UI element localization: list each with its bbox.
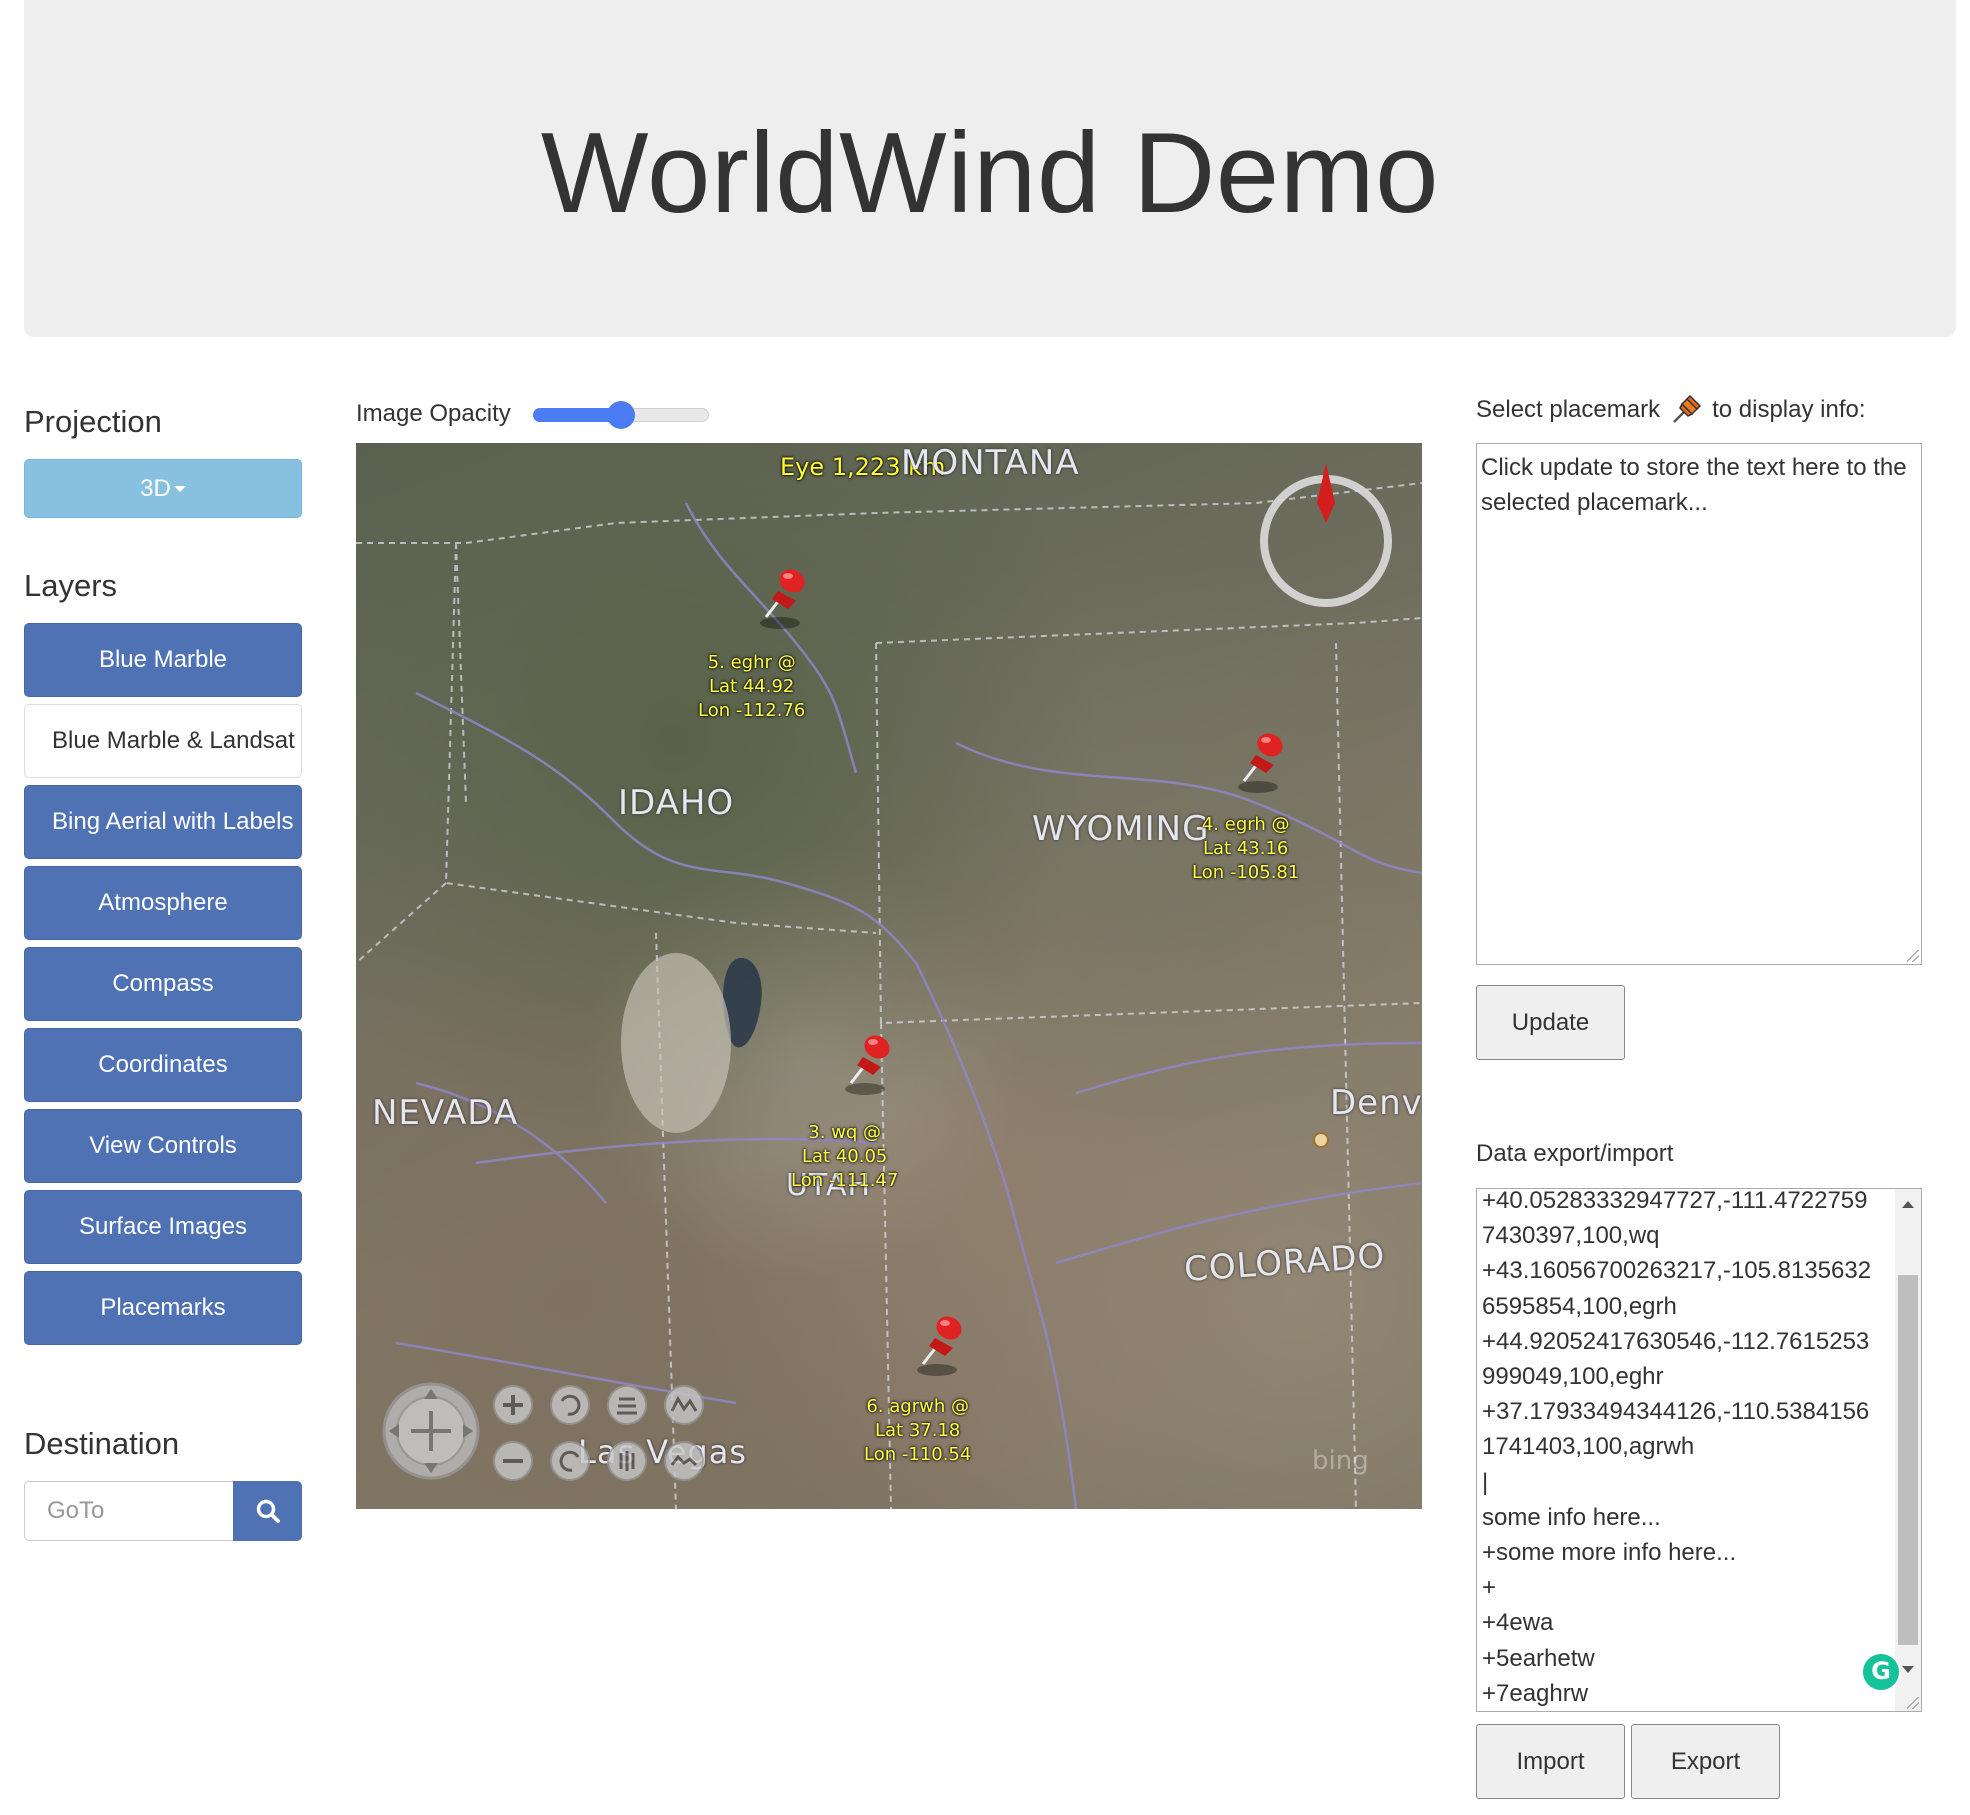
placemark-info-textarea[interactable]: Click update to store the text here to t…	[1476, 443, 1922, 965]
textarea-scrollbar[interactable]	[1895, 1189, 1921, 1711]
placemark-info-label: Select placemark to display info:	[1476, 394, 1866, 426]
data-line: +37.17933494344126,-110.5384156	[1482, 1398, 1870, 1426]
opacity-label: Image Opacity	[356, 400, 511, 427]
exaggeration-down-icon[interactable]	[664, 1441, 704, 1481]
scroll-up-icon[interactable]	[1902, 1201, 1914, 1208]
layer-list: Blue Marble Blue Marble & Landsat Bing A…	[24, 623, 302, 1352]
layer-button-coordinates[interactable]: Coordinates	[24, 1028, 302, 1102]
placemark-info-text: Click update to store the text here to t…	[1481, 454, 1907, 516]
data-line: +some more info here...	[1482, 1539, 1737, 1567]
scroll-down-icon[interactable]	[1902, 1666, 1914, 1673]
view-controls	[382, 1382, 704, 1481]
data-line: +44.92052417630546,-112.7615253	[1482, 1327, 1870, 1355]
data-line: +40.05283332947727,-111.4722759	[1482, 1188, 1868, 1214]
caret-down-icon	[173, 485, 186, 492]
zoom-out-icon[interactable]	[493, 1441, 533, 1481]
data-line: 1741403,100,agrwh	[1482, 1433, 1695, 1461]
data-line: 7430397,100,wq	[1482, 1222, 1660, 1250]
goto-group: GoTo	[24, 1481, 302, 1541]
zoom-in-icon[interactable]	[493, 1385, 533, 1425]
projection-title: Projection	[24, 404, 162, 439]
data-line: |	[1482, 1468, 1489, 1496]
page-title: WorldWind Demo	[540, 110, 1440, 237]
data-line: +5earhetw	[1482, 1644, 1595, 1672]
export-button[interactable]: Export	[1631, 1724, 1780, 1799]
data-lines: +40.05283332947727,-111.4722759 7430397,1…	[1482, 1188, 1892, 1711]
projection-dropdown[interactable]: 3D	[24, 459, 302, 518]
layer-button-atmosphere[interactable]: Atmosphere	[24, 866, 302, 940]
slider-thumb[interactable]	[606, 401, 635, 429]
layer-button-surface-images[interactable]: Surface Images	[24, 1190, 302, 1264]
layer-button-view-controls[interactable]: View Controls	[24, 1109, 302, 1183]
heading-left-icon[interactable]	[550, 1385, 590, 1425]
heading-right-icon[interactable]	[550, 1441, 590, 1481]
layer-button-bing-aerial-labels[interactable]: Bing Aerial with Labels	[24, 785, 302, 859]
goto-input[interactable]: GoTo	[24, 1481, 233, 1541]
import-button[interactable]: Import	[1476, 1724, 1625, 1799]
data-line: some info here...	[1482, 1503, 1661, 1531]
placemark-label-text-before: Select placemark	[1476, 396, 1661, 423]
resize-grip-icon[interactable]	[1907, 950, 1919, 962]
data-line: 999049,100,eghr	[1482, 1363, 1664, 1391]
data-export-textarea[interactable]: +40.05283332947727,-111.4722759 7430397,1…	[1476, 1188, 1922, 1712]
search-icon	[256, 1499, 280, 1523]
destination-title: Destination	[24, 1426, 180, 1461]
update-button[interactable]: Update	[1476, 985, 1625, 1060]
layer-button-blue-marble-landsat[interactable]: Blue Marble & Landsat	[24, 704, 302, 778]
opacity-control: Image Opacity	[356, 394, 709, 434]
opacity-slider[interactable]	[532, 394, 709, 434]
goto-search-button[interactable]	[233, 1481, 302, 1541]
tilt-up-icon[interactable]	[607, 1385, 647, 1425]
data-line: +	[1482, 1574, 1497, 1602]
data-export-label: Data export/import	[1476, 1140, 1674, 1167]
projection-value: 3D	[140, 474, 171, 502]
globe-canvas[interactable]: Eye 1,223 km MONTANA IDAHO WYOMING NEVAD…	[356, 443, 1422, 1509]
layer-button-blue-marble[interactable]: Blue Marble	[24, 623, 302, 697]
layer-button-placemarks[interactable]: Placemarks	[24, 1271, 302, 1345]
placemark-label-text-after: to display info:	[1712, 396, 1866, 423]
layer-button-compass[interactable]: Compass	[24, 947, 302, 1021]
tilt-down-icon[interactable]	[607, 1441, 647, 1481]
pushpin-icon	[1673, 394, 1702, 423]
bing-attribution-logo: bing	[1312, 1446, 1369, 1476]
pan-control-icon[interactable]	[382, 1382, 480, 1480]
page-header: WorldWind Demo	[24, 0, 1956, 337]
scroll-thumb[interactable]	[1898, 1275, 1918, 1645]
resize-grip-icon[interactable]	[1907, 1697, 1919, 1709]
data-line: 6595854,100,egrh	[1482, 1292, 1677, 1320]
grammarly-icon[interactable]: G	[1861, 1652, 1901, 1692]
exaggeration-up-icon[interactable]	[664, 1385, 704, 1425]
data-line: +4ewa	[1482, 1609, 1554, 1637]
layers-title: Layers	[24, 568, 118, 603]
data-line: +43.16056700263217,-105.8135632	[1482, 1257, 1872, 1285]
data-line: +7eaghrw	[1482, 1679, 1589, 1707]
